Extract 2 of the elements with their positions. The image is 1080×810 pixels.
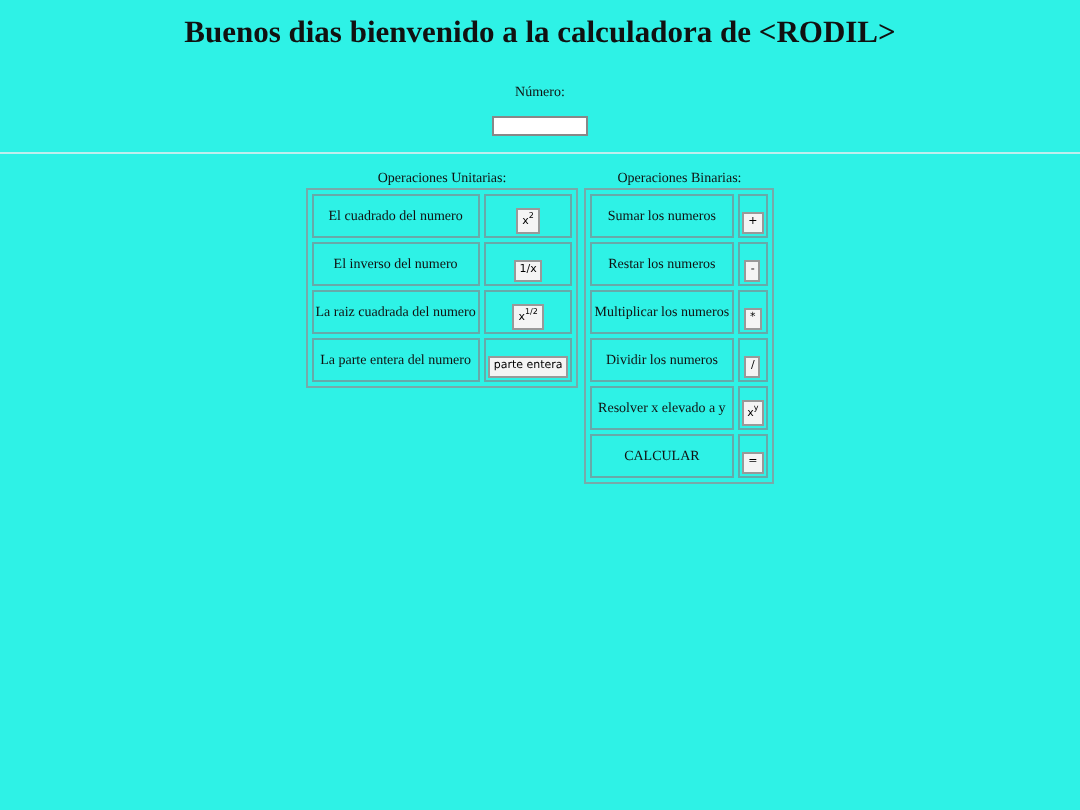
number-field[interactable] [492, 116, 588, 136]
page-title: Buenos dias bienvenido a la calculadora de <RODIL> [184, 16, 896, 52]
